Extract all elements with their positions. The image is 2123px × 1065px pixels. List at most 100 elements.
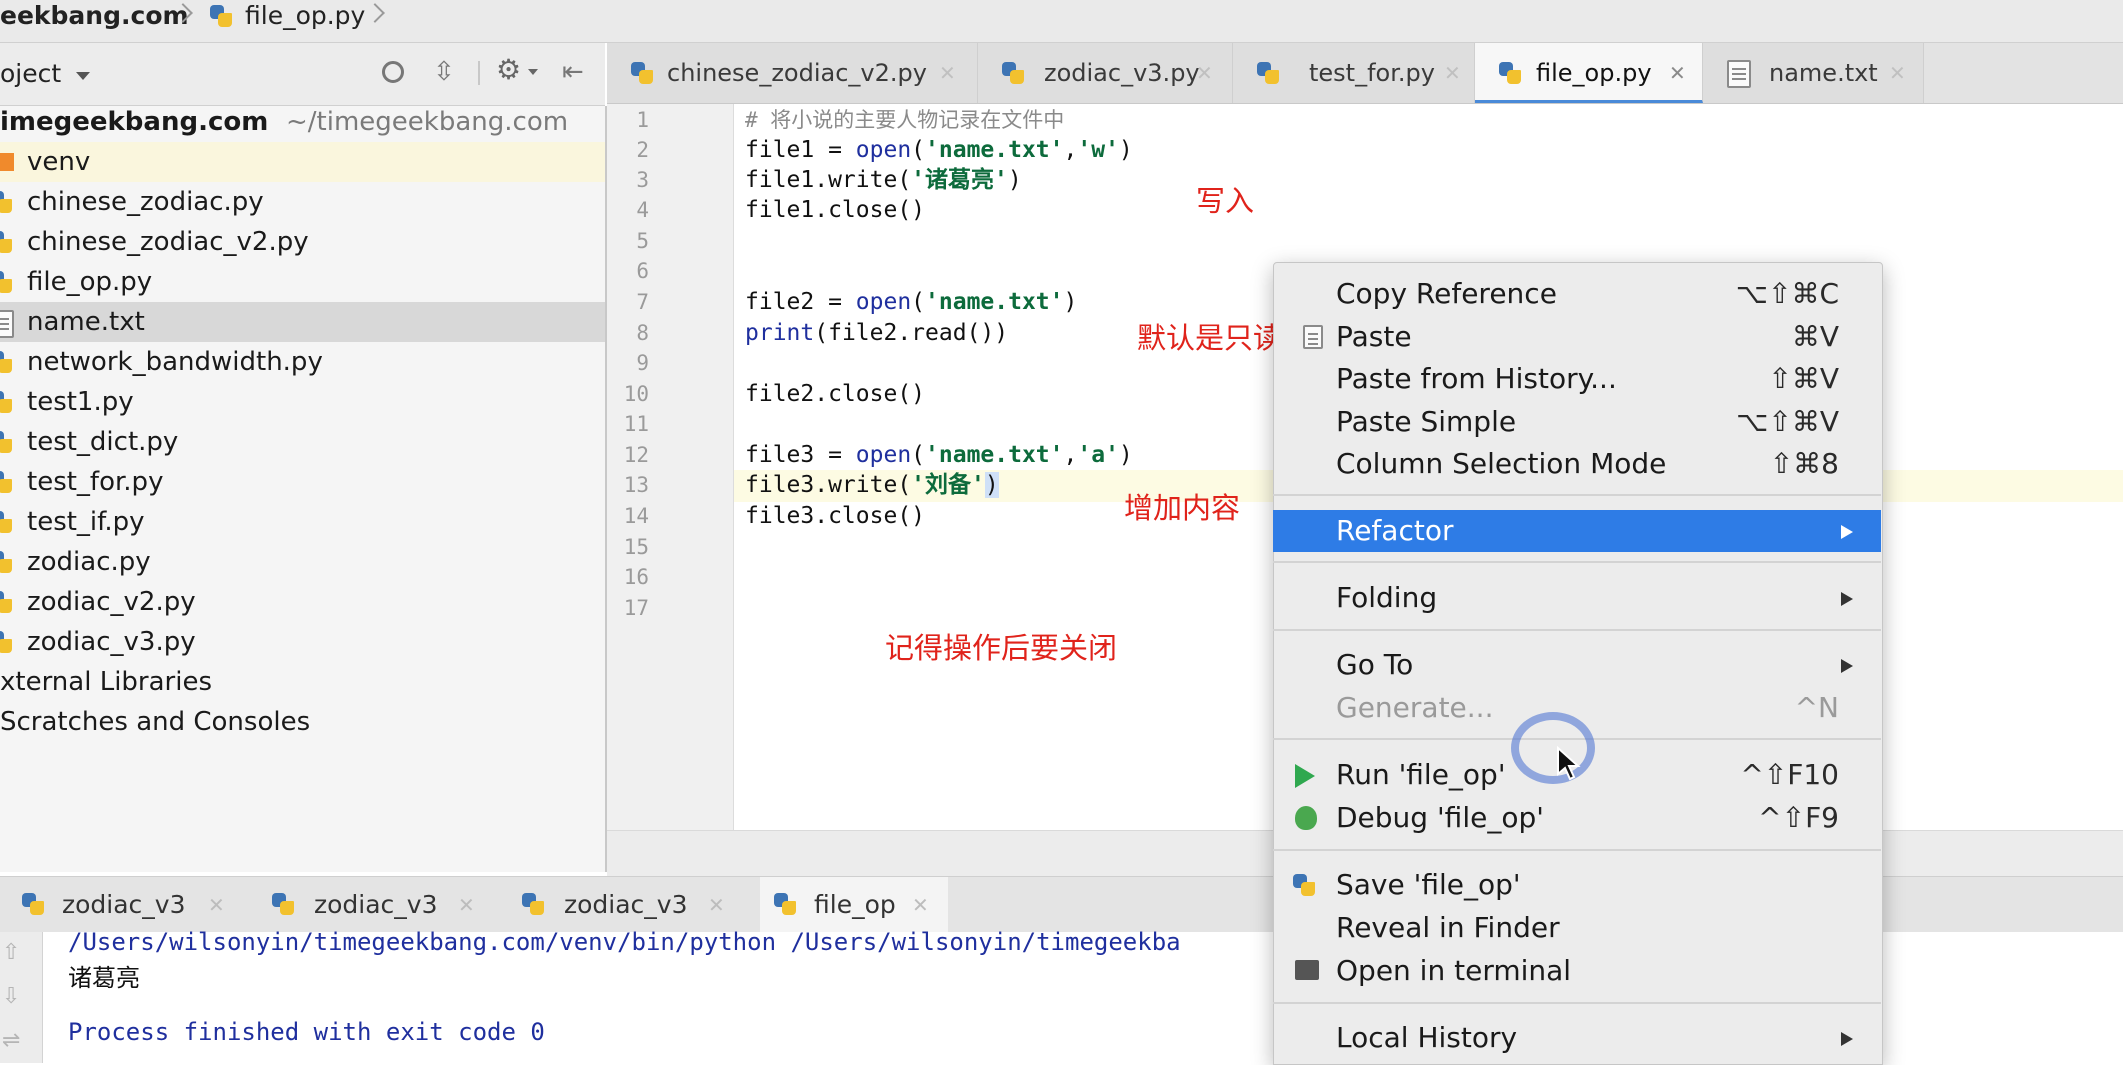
menu-item-refactor[interactable]: Refactor (1273, 510, 1881, 552)
tree-item-scratches[interactable]: Scratches and Consoles (0, 702, 605, 742)
tree-item-name-txt[interactable]: name.txt (0, 302, 605, 342)
submenu-arrow-icon (1841, 525, 1853, 539)
tree-item-label: Scratches and Consoles (0, 707, 311, 737)
project-view-selector[interactable]: oject (0, 59, 61, 88)
console-command: /Users/wilsonyin/timegeekbang.com/venv/b… (68, 928, 1181, 956)
tree-item-label: test_dict.py (27, 427, 179, 457)
settings-dropdown-icon[interactable] (528, 69, 538, 75)
close-icon[interactable]: ✕ (1444, 43, 1461, 103)
breadcrumb-project[interactable]: eekbang.com (0, 0, 189, 32)
tree-item-label: zodiac.py (27, 547, 151, 577)
menu-item-paste-from-history[interactable]: Paste from History... ⇧⌘V (1273, 358, 1881, 400)
mouse-cursor-icon (1557, 746, 1581, 781)
run-tab-zodiac-v3[interactable]: zodiac_v3 ✕ (20, 877, 230, 933)
hide-panel-icon[interactable]: ⇤ (562, 59, 584, 85)
menu-item-folding[interactable]: Folding (1273, 577, 1881, 619)
locate-target-icon[interactable] (382, 61, 404, 83)
close-icon[interactable]: ✕ (912, 877, 929, 933)
wrap-icon[interactable]: ⇌ (2, 1028, 20, 1053)
submenu-arrow-icon (1841, 592, 1853, 606)
python-file-icon (1497, 60, 1523, 86)
tab-file-op[interactable]: file_op.py ✕ (1475, 43, 1703, 103)
console-exit-message: Process finished with exit code 0 (68, 1018, 545, 1046)
project-root[interactable]: imegeekbang.com ~/timegeekbang.com (0, 102, 605, 142)
menu-item-shortcut: ^⇧F9 (1758, 801, 1839, 834)
run-tab-zodiac-v3[interactable]: zodiac_v3 ✕ (270, 877, 480, 933)
menu-item-shortcut: ⇧⌘V (1768, 362, 1839, 395)
tree-item-test-dict[interactable]: test_dict.py (0, 422, 605, 462)
line-number: 15 (623, 535, 649, 559)
python-file-icon (0, 589, 14, 615)
code-line-10: file2.close() (745, 381, 926, 407)
console-output-line: 诸葛亮 (68, 964, 140, 992)
tree-item-zodiac-v2[interactable]: zodiac_v2.py (0, 582, 605, 622)
close-icon[interactable]: ✕ (939, 43, 956, 103)
menu-item-paste[interactable]: Paste ⌘V (1273, 316, 1881, 358)
menu-item-label: Generate... (1336, 691, 1494, 724)
run-tab-zodiac-v3[interactable]: zodiac_v3 ✕ (520, 877, 730, 933)
menu-separator (1273, 849, 1881, 851)
tree-item-chinese-zodiac[interactable]: chinese_zodiac.py (0, 182, 605, 222)
python-run-icon (520, 891, 546, 917)
code-line-1: # 将小说的主要人物记录在文件中 (745, 108, 1065, 132)
menu-item-copy-reference[interactable]: Copy Reference ⌥⇧⌘C (1273, 273, 1881, 315)
menu-item-go-to[interactable]: Go To (1273, 644, 1881, 686)
tab-label: zodiac_v3.py (1044, 59, 1200, 87)
project-root-name: imegeekbang.com (0, 107, 269, 137)
folder-icon (0, 153, 14, 171)
dropdown-arrow-icon[interactable] (76, 72, 90, 80)
line-number: 12 (623, 443, 649, 467)
line-number: 14 (623, 504, 649, 528)
menu-item-shortcut: ⌥⇧⌘C (1735, 277, 1839, 310)
menu-item-label: Paste Simple (1336, 405, 1517, 438)
click-highlight-ring (1511, 712, 1595, 784)
chevron-right-icon (365, 3, 385, 23)
line-number: 3 (636, 168, 649, 192)
menu-item-reveal-in-finder[interactable]: Reveal in Finder (1273, 907, 1881, 949)
close-icon[interactable]: ✕ (1196, 43, 1213, 103)
close-icon[interactable]: ✕ (708, 877, 725, 933)
tree-item-zodiac-v3[interactable]: zodiac_v3.py (0, 622, 605, 662)
run-tab-file-op[interactable]: file_op ✕ (760, 877, 948, 933)
line-number: 13 (623, 473, 649, 497)
menu-item-column-selection-mode[interactable]: Column Selection Mode ⇧⌘8 (1273, 443, 1881, 485)
close-icon[interactable]: ✕ (208, 877, 225, 933)
menu-item-label: Local History (1336, 1021, 1518, 1054)
menu-item-label: Open in terminal (1336, 954, 1572, 987)
pin-icon[interactable]: ⇧ (2, 940, 20, 965)
tree-item-test1[interactable]: test1.py (0, 382, 605, 422)
menu-item-label: Run 'file_op' (1336, 758, 1506, 791)
code-line-7: file2 = open('name.txt') (745, 289, 1078, 315)
settings-gear-icon[interactable]: ⚙ (496, 55, 521, 85)
line-number: 8 (636, 321, 649, 345)
tab-test-for[interactable]: test_for.py ✕ (1233, 43, 1475, 103)
tree-item-test-if[interactable]: test_if.py (0, 502, 605, 542)
menu-item-open-in-terminal[interactable]: Open in terminal (1273, 950, 1881, 992)
menu-item-debug[interactable]: Debug 'file_op' ^⇧F9 (1273, 797, 1881, 839)
line-number: 10 (623, 382, 649, 406)
close-icon[interactable]: ✕ (1889, 43, 1906, 103)
tab-name-txt[interactable]: name.txt ✕ (1703, 43, 1924, 103)
menu-item-paste-simple[interactable]: Paste Simple ⌥⇧⌘V (1273, 401, 1881, 443)
close-icon[interactable]: ✕ (458, 877, 475, 933)
tree-item-zodiac[interactable]: zodiac.py (0, 542, 605, 582)
tree-item-venv[interactable]: venv (0, 142, 605, 182)
tree-item-label: zodiac_v3.py (27, 627, 196, 657)
collapse-all-icon[interactable]: ⇳ (433, 59, 455, 85)
menu-item-label: Refactor (1336, 514, 1454, 547)
tree-item-chinese-zodiac-v2[interactable]: chinese_zodiac_v2.py (0, 222, 605, 262)
scroll-down-icon[interactable]: ⇩ (2, 984, 20, 1009)
python-file-icon (0, 629, 14, 655)
tree-item-label: chinese_zodiac.py (27, 187, 264, 217)
tab-chinese-zodiac-v2[interactable]: chinese_zodiac_v2.py ✕ (607, 43, 978, 103)
tree-item-network-bandwidth[interactable]: network_bandwidth.py (0, 342, 605, 382)
annotation-readonly: 默认是只读 (1137, 321, 1283, 355)
breadcrumb-file[interactable]: file_op.py (245, 0, 365, 32)
tab-zodiac-v3[interactable]: zodiac_v3.py ✕ (978, 43, 1233, 103)
menu-item-local-history[interactable]: Local History (1273, 1017, 1881, 1059)
tree-item-external-libraries[interactable]: xternal Libraries (0, 662, 605, 702)
menu-item-save-configuration[interactable]: Save 'file_op' (1273, 864, 1881, 906)
tree-item-file-op[interactable]: file_op.py (0, 262, 605, 302)
close-icon[interactable]: ✕ (1669, 43, 1686, 103)
tree-item-test-for[interactable]: test_for.py (0, 462, 605, 502)
